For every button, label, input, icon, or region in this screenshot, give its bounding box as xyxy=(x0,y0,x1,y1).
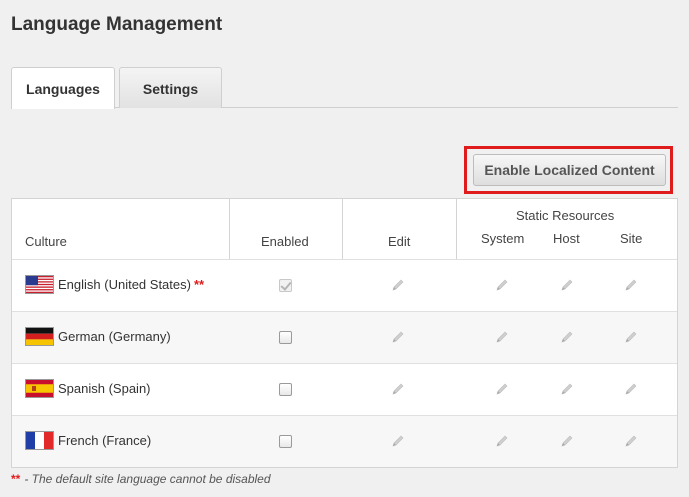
page-title: Language Management xyxy=(11,14,223,35)
footnote-text: - The default site language cannot be di… xyxy=(24,472,271,486)
us-flag-icon xyxy=(25,275,54,294)
header-enabled: Enabled xyxy=(261,234,309,249)
column-divider xyxy=(456,199,457,259)
es-flag-icon xyxy=(25,379,54,398)
site-edit-icon[interactable] xyxy=(623,381,639,397)
edit-icon[interactable] xyxy=(390,433,406,449)
edit-icon[interactable] xyxy=(390,329,406,345)
host-edit-icon[interactable] xyxy=(559,329,575,345)
de-flag-icon xyxy=(25,327,54,346)
culture-label: Spanish (Spain) xyxy=(58,381,151,396)
enabled-checkbox[interactable] xyxy=(279,435,292,448)
column-divider xyxy=(342,199,343,259)
footnote: ** - The default site language cannot be … xyxy=(11,472,271,486)
system-edit-icon[interactable] xyxy=(494,329,510,345)
system-edit-icon[interactable] xyxy=(494,433,510,449)
culture-label: French (France) xyxy=(58,433,152,448)
header-static-resources: Static Resources xyxy=(516,208,615,223)
edit-icon[interactable] xyxy=(390,381,406,397)
edit-icon[interactable] xyxy=(390,277,406,293)
header-culture: Culture xyxy=(25,234,67,249)
header-host: Host xyxy=(553,231,580,246)
culture-name: English (United States) ** xyxy=(58,277,204,292)
culture-name: German (Germany) xyxy=(58,329,171,344)
enabled-checkbox[interactable] xyxy=(279,331,292,344)
culture-label: German (Germany) xyxy=(58,329,171,344)
host-edit-icon[interactable] xyxy=(559,277,575,293)
fr-flag-icon xyxy=(25,431,54,450)
header-system: System xyxy=(481,231,525,246)
culture-label: English (United States) xyxy=(58,277,191,292)
system-edit-icon[interactable] xyxy=(494,277,510,293)
culture-name: French (France) xyxy=(58,433,151,448)
required-marker: ** xyxy=(11,472,21,486)
host-edit-icon[interactable] xyxy=(559,433,575,449)
tab-settings[interactable]: Settings xyxy=(119,67,222,108)
enabled-checkbox[interactable] xyxy=(279,383,292,396)
languages-grid: Culture Enabled Edit Static Resources Sy… xyxy=(11,198,678,468)
table-row: French (France) xyxy=(12,415,677,467)
enable-localized-content-button[interactable]: Enable Localized Content xyxy=(473,154,666,186)
header-site: Site xyxy=(620,231,643,246)
column-divider xyxy=(229,199,230,259)
table-row: Spanish (Spain) xyxy=(12,363,677,415)
culture-name: Spanish (Spain) xyxy=(58,381,151,396)
enabled-checkbox xyxy=(279,279,292,292)
site-edit-icon[interactable] xyxy=(623,433,639,449)
tab-languages[interactable]: Languages xyxy=(11,67,115,109)
table-row: German (Germany) xyxy=(12,311,677,363)
header-edit: Edit xyxy=(388,234,411,249)
table-row: English (United States) ** xyxy=(12,259,677,311)
site-edit-icon[interactable] xyxy=(623,329,639,345)
required-marker: ** xyxy=(193,277,205,292)
system-edit-icon[interactable] xyxy=(494,381,510,397)
site-edit-icon[interactable] xyxy=(623,277,639,293)
host-edit-icon[interactable] xyxy=(559,381,575,397)
